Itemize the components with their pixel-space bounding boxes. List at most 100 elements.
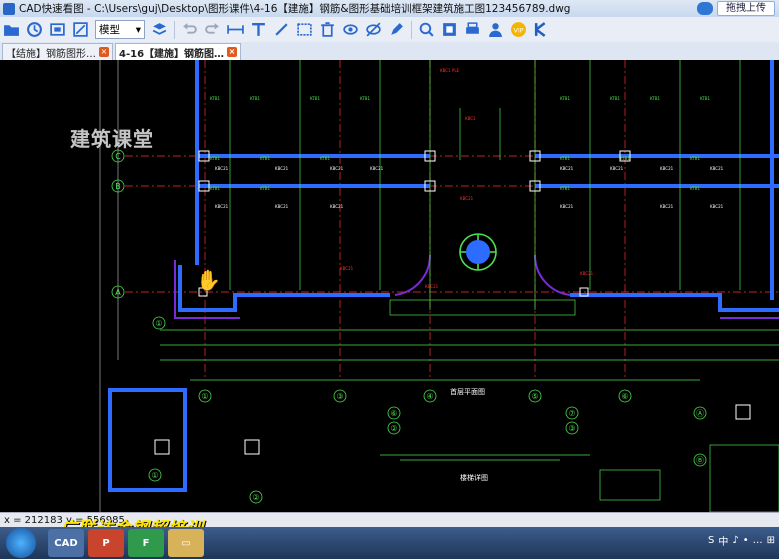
zoom-window-icon[interactable]	[71, 20, 91, 40]
tray-item[interactable]: S	[708, 535, 714, 546]
taskbar-app-label: CAD	[54, 537, 78, 549]
redo-icon[interactable]	[203, 20, 223, 40]
svg-text:KTB1: KTB1	[690, 156, 701, 161]
svg-text:KBC21: KBC21	[710, 166, 724, 171]
tray-item[interactable]: 中	[718, 533, 728, 548]
svg-text:KBC21: KBC21	[275, 204, 289, 209]
search-icon[interactable]	[417, 20, 437, 40]
svg-text:KBC21: KBC21	[610, 166, 624, 171]
tray-item[interactable]: •	[743, 535, 749, 546]
svg-text:KBC1 PLE: KBC1 PLE	[440, 68, 460, 73]
chevron-down-icon: ▾	[135, 23, 141, 36]
delete-icon[interactable]	[318, 20, 338, 40]
detail-label: ⑥	[390, 409, 397, 418]
tray-item[interactable]: ♪	[732, 535, 738, 546]
start-button[interactable]	[6, 528, 36, 558]
taskbar: CAD P F ▭ S 中 ♪ • … ⊞	[0, 527, 779, 559]
svg-text:KBC21: KBC21	[560, 166, 574, 171]
tab-structural[interactable]: 【结施】钢筋图形… ×	[2, 43, 113, 60]
show-layer-icon[interactable]	[364, 20, 384, 40]
close-icon[interactable]: ×	[227, 47, 238, 57]
axis-label-1: ①	[201, 392, 208, 401]
svg-text:KBC21: KBC21	[460, 196, 474, 201]
svg-text:KTB1: KTB1	[210, 96, 221, 101]
text-icon[interactable]	[249, 20, 269, 40]
detail-title: 楼梯详图	[460, 473, 488, 482]
draw-line-icon[interactable]	[272, 20, 292, 40]
watermark-text: 建筑课堂	[70, 127, 154, 151]
cloud-mark-icon[interactable]	[295, 20, 315, 40]
system-tray: S 中 ♪ • … ⊞	[708, 533, 775, 548]
window-title: CAD快速看图 - C:\Users\guj\Desktop\图形课件\4-16…	[19, 3, 571, 15]
svg-text:KTB1: KTB1	[260, 186, 271, 191]
axis-label-B: B	[115, 182, 121, 191]
hand-cursor-icon: ✋	[196, 268, 221, 292]
svg-text:KTB1: KTB1	[560, 96, 571, 101]
drawing-canvas[interactable]: KTB1 KTB1 KTB1 KTB1 KTB1 KTB1 KTB1 KTB1 KTB1 K…	[0, 60, 779, 512]
document-tabs: 【结施】钢筋图形… × 4-16【建施】钢筋图… ×	[0, 42, 779, 61]
open-file-icon[interactable]	[2, 20, 22, 40]
taskbar-app-explorer[interactable]: ▭	[168, 529, 204, 557]
taskbar-app-f[interactable]: F	[128, 529, 164, 557]
history-icon[interactable]	[25, 20, 45, 40]
detail-label: Ⓐ	[696, 409, 704, 418]
svg-text:KBC21: KBC21	[425, 284, 439, 289]
tray-item[interactable]: ⊞	[767, 535, 775, 546]
undo-icon[interactable]	[180, 20, 200, 40]
plan-title: 首层平面图	[450, 387, 485, 396]
svg-text:KTB1: KTB1	[260, 156, 271, 161]
svg-text:VIP: VIP	[513, 27, 523, 35]
taskbar-app-cad[interactable]: CAD	[48, 529, 84, 557]
svg-text:KBC21: KBC21	[215, 204, 229, 209]
k-logo-icon[interactable]	[532, 20, 552, 40]
axis-label-6: ⑥	[621, 392, 628, 401]
svg-text:KBC21: KBC21	[330, 204, 344, 209]
svg-text:KBC21: KBC21	[215, 166, 229, 171]
tray-item[interactable]: …	[753, 535, 763, 546]
upload-button[interactable]: 拖拽上传	[717, 1, 775, 16]
taskbar-app-label: F	[142, 537, 150, 549]
upload-area[interactable]: 拖拽上传	[697, 0, 779, 17]
svg-text:KTB1: KTB1	[610, 96, 621, 101]
svg-text:KBC21: KBC21	[275, 166, 289, 171]
dimension-icon[interactable]	[226, 20, 246, 40]
fullscreen-icon[interactable]	[48, 20, 68, 40]
print-icon[interactable]	[463, 20, 483, 40]
svg-text:KTB1: KTB1	[210, 186, 221, 191]
user-icon[interactable]	[486, 20, 506, 40]
taskbar-app-powerpoint[interactable]: P	[88, 529, 124, 557]
svg-text:KBC1: KBC1	[465, 116, 476, 121]
close-icon[interactable]: ×	[99, 47, 109, 57]
svg-text:KBC21: KBC21	[710, 204, 724, 209]
axis-label-5: ⑤	[531, 392, 538, 401]
edit-icon[interactable]	[387, 20, 407, 40]
svg-text:KTB1: KTB1	[560, 186, 571, 191]
tab-architectural[interactable]: 4-16【建施】钢筋图… ×	[115, 43, 242, 60]
detail-label: ②	[390, 424, 397, 433]
toolbar-separator	[411, 20, 412, 39]
hide-layer-icon[interactable]	[341, 20, 361, 40]
zoom-extents-icon[interactable]	[440, 20, 460, 40]
toolbar-separator	[174, 20, 175, 39]
toolbar: 模型 ▾ VIP	[0, 17, 779, 43]
axis-label-1b: ①	[155, 319, 162, 328]
svg-text:KBC21: KBC21	[580, 271, 594, 276]
detail-label: ③	[568, 424, 575, 433]
vip-icon[interactable]: VIP	[509, 20, 529, 40]
layers-icon[interactable]	[150, 20, 170, 40]
svg-text:KTB1: KTB1	[620, 156, 631, 161]
svg-text:KBC21: KBC21	[370, 166, 384, 171]
svg-text:KBC21: KBC21	[660, 204, 674, 209]
svg-text:KTB1: KTB1	[360, 96, 371, 101]
taskbar-app-label: P	[102, 537, 110, 549]
detail-label: Ⓑ	[696, 456, 704, 465]
axis-label-4: ④	[426, 392, 433, 401]
axis-label-3: ③	[336, 392, 343, 401]
axis-label-C: C	[115, 152, 121, 161]
svg-text:KBC21: KBC21	[330, 166, 344, 171]
svg-text:KTB1: KTB1	[210, 156, 221, 161]
tab-label: 4-16【建施】钢筋图…	[119, 48, 225, 60]
tab-label: 【结施】钢筋图形…	[6, 48, 96, 60]
svg-text:KBC21: KBC21	[660, 166, 674, 171]
mode-select[interactable]: 模型 ▾	[95, 20, 145, 39]
